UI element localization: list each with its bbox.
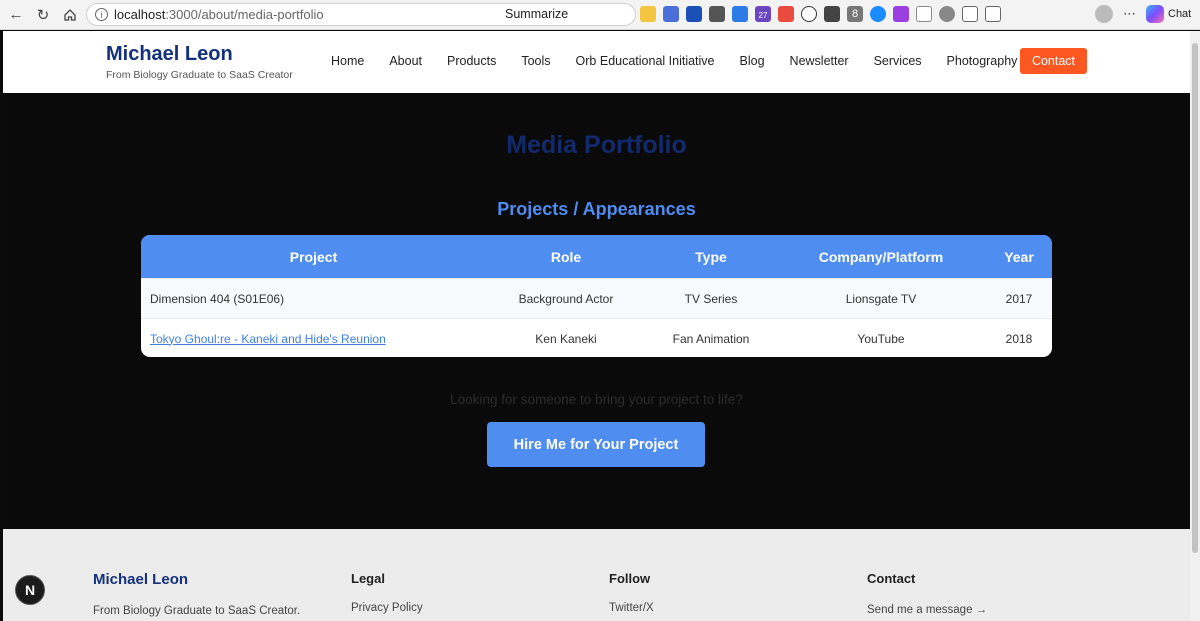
camera-icon[interactable] [824,6,840,22]
footer-contact-column: Contact Send me a message → [867,571,987,616]
extension-icon[interactable] [870,6,886,22]
cell-role: Ken Kaneki [535,331,597,346]
send-message-link[interactable]: Send me a message → [867,604,987,616]
column-header-role: Role [550,248,582,265]
copilot-icon [1146,5,1164,23]
cell-type: Fan Animation [672,331,750,346]
cell-type: TV Series [684,291,738,306]
extension-icon[interactable] [663,6,679,22]
column-header-year: Year [1004,248,1034,265]
home-icon[interactable] [59,4,81,26]
mail-icon[interactable] [916,6,932,22]
brand-name: Michael Leon [106,43,233,65]
footer-follow-heading: Follow [609,571,651,586]
brand-tagline: From Biology Graduate to SaaS Creator [106,69,293,81]
footer-follow-column: Follow Twitter/X [609,571,654,614]
section-title: Projects / Appearances [497,199,696,219]
extension-icon[interactable] [640,6,656,22]
nav-item-services[interactable]: Services [874,54,922,68]
column-header-project: Project [289,248,338,265]
table-row: Tokyo Ghoul:re - Kaneki and Hide's Reuni… [141,318,1052,357]
nav-item-about[interactable]: About [389,54,422,68]
bitwarden-icon[interactable] [686,6,702,22]
puzzle-icon[interactable] [962,6,978,22]
scrollbar-thumb[interactable] [1192,43,1198,553]
site-footer: Michael Leon From Biology Graduate to Sa… [3,529,1190,621]
cell-company: Lionsgate TV [845,291,917,306]
reload-icon[interactable]: ↻ [32,4,54,26]
table-header-row: Project Role Type Company/Platform Year [141,235,1052,278]
footer-legal-heading: Legal [351,571,385,586]
footer-legal-column: Legal Privacy Policy [351,571,423,614]
site-header: Michael Leon From Biology Graduate to Sa… [3,31,1190,93]
site-info-icon[interactable]: i [95,8,108,21]
cell-year: 2017 [1005,291,1033,306]
chat-label: Chat [1168,8,1192,20]
column-header-company: Company/Platform [818,248,944,265]
portfolio-table: Project Role Type Company/Platform Year … [141,235,1052,357]
column-header-type: Type [695,248,727,265]
browser-right-controls: ⋯ Chat [1095,5,1191,23]
extension-icon[interactable] [709,6,725,22]
cell-role: Background Actor [518,291,614,306]
profile-avatar-icon[interactable] [1095,5,1113,23]
calendar-icon[interactable]: 27 [755,6,771,22]
footer-tagline: From Biology Graduate to SaaS Creator. [93,605,301,617]
cell-project: Tokyo Ghoul:re - Kaneki and Hide's Reuni… [141,332,486,346]
project-link[interactable]: Tokyo Ghoul:re - Kaneki and Hide's Reuni… [150,332,386,346]
extension-icon[interactable] [801,6,817,22]
extensions-row: 27 8 [640,6,1001,22]
contact-button[interactable]: Contact [1020,48,1087,74]
nav-item-photography[interactable]: Photography [947,54,1018,68]
twitter-link[interactable]: Twitter/X [609,602,654,614]
extension-icon[interactable] [939,6,955,22]
back-arrow-icon[interactable]: ← [5,4,27,26]
copilot-chat-button[interactable]: Chat [1146,5,1191,23]
nav-item-orb-educational-initiative[interactable]: Orb Educational Initiative [576,54,715,68]
url-path: :3000/about/media-portfolio [165,7,324,22]
privacy-policy-link[interactable]: Privacy Policy [351,602,423,614]
nav-item-tools[interactable]: Tools [521,54,550,68]
nav-item-products[interactable]: Products [447,54,496,68]
translate-icon[interactable] [732,6,748,22]
hire-me-button[interactable]: Hire Me for Your Project [487,422,705,467]
cell-company: YouTube [857,331,905,346]
nav-item-newsletter[interactable]: Newsletter [790,54,849,68]
extension-icon[interactable] [893,6,909,22]
extension-icon[interactable]: 8 [847,6,863,22]
nextjs-dev-badge[interactable]: N [15,575,45,605]
favorites-icon[interactable] [985,6,1001,22]
brand[interactable]: Michael Leon From Biology Graduate to Sa… [106,43,293,81]
more-icon[interactable]: ⋯ [1123,6,1136,22]
footer-brand-name: Michael Leon [93,571,189,588]
main-nav: Home About Products Tools Orb Educationa… [331,54,1017,68]
cta-text: Looking for someone to bring your projec… [450,392,743,407]
page-title: Media Portfolio [506,131,687,159]
vertical-scrollbar[interactable] [1190,31,1200,621]
url-host: localhost [114,7,166,22]
footer-brand-column: Michael Leon From Biology Graduate to Sa… [93,571,300,617]
cell-year: 2018 [1005,331,1033,346]
table-row: Dimension 404 (S01E06) Background Actor … [141,278,1052,318]
main-content: Media Portfolio Projects / Appearances P… [3,93,1190,529]
nav-item-home[interactable]: Home [331,54,364,68]
cell-project: Dimension 404 (S01E06) [150,291,285,306]
summarize-button[interactable]: Summarize [505,7,568,21]
nav-item-blog[interactable]: Blog [740,54,765,68]
footer-contact-heading: Contact [867,571,916,586]
extension-icon[interactable] [778,6,794,22]
